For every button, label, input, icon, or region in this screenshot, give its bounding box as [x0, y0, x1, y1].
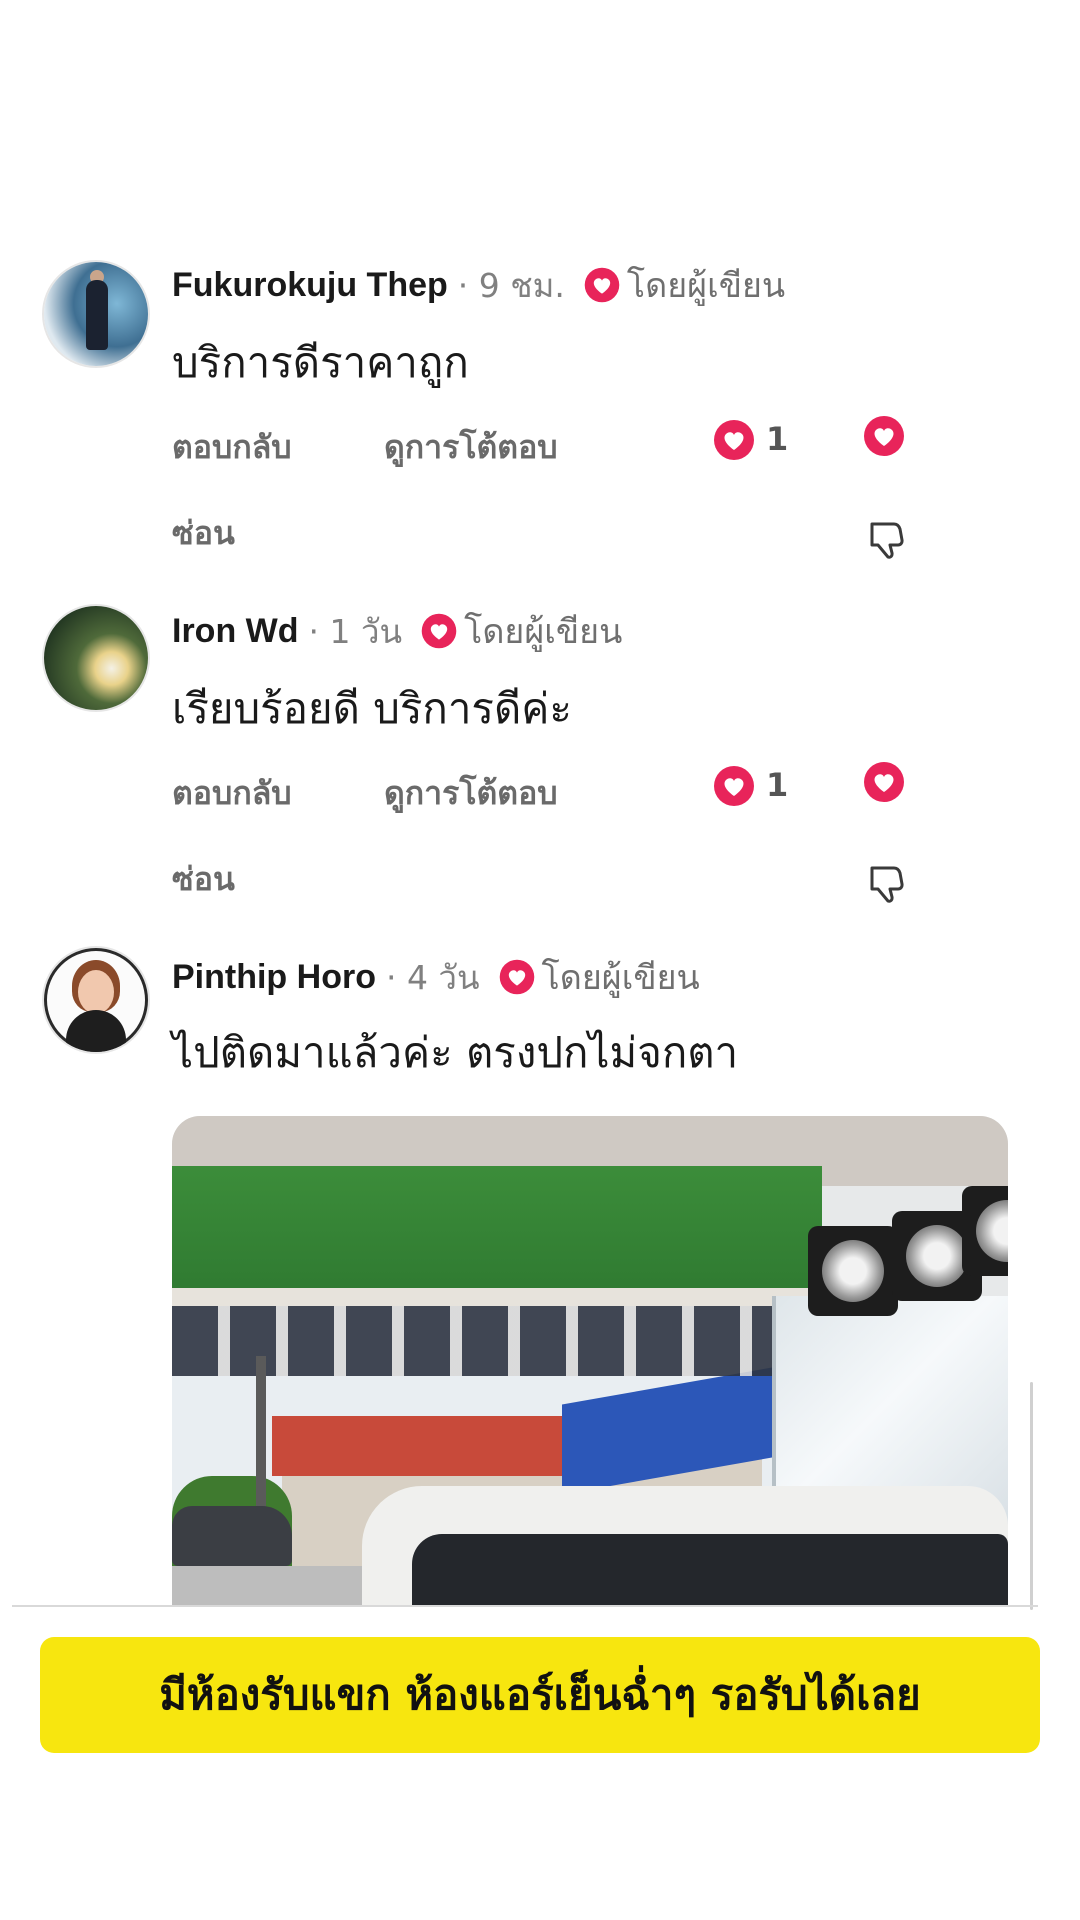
author-name[interactable]: Fukurokuju Thep	[172, 266, 448, 305]
by-author-label: โดยผู้เขียน	[541, 958, 700, 998]
comment-photo[interactable]	[172, 1116, 1008, 1606]
comment-time: · 9 ชม.	[457, 265, 565, 305]
comment-header: Fukurokuju Thep · 9 ชม. โดยผู้เขียน	[172, 258, 785, 312]
comment-header: Pinthip Horo · 4 วัน โดยผู้เขียน	[172, 950, 700, 1004]
avatar[interactable]	[44, 606, 148, 710]
thumbs-down-icon[interactable]	[866, 862, 906, 904]
view-replies-button[interactable]: ดูการโต้ตอบ	[384, 768, 558, 819]
by-author-label: โดยผู้เขียน	[626, 266, 786, 306]
by-author-label: โดยผู้เขียน	[464, 612, 623, 652]
comment-time: · 1 วัน	[308, 611, 403, 651]
divider	[12, 1605, 1038, 1607]
scrollbar[interactable]	[1030, 1382, 1033, 1610]
heart-icon	[712, 418, 756, 462]
like-button-heart-icon[interactable]	[862, 760, 906, 804]
comment-text: เรียบร้อยดี บริการดีค่ะ	[172, 684, 572, 733]
heart-icon	[712, 764, 756, 808]
hide-button[interactable]: ซ่อน	[172, 508, 235, 559]
author-name[interactable]: Iron Wd	[172, 612, 299, 651]
reply-button[interactable]: ตอบกลับ	[172, 422, 292, 473]
comment-text: บริการดีราคาถูก	[172, 338, 469, 387]
author-heart-icon	[420, 612, 458, 650]
avatar[interactable]	[44, 948, 148, 1052]
comment-header: Iron Wd · 1 วัน โดยผู้เขียน	[172, 604, 622, 658]
view-replies-button[interactable]: ดูการโต้ตอบ	[384, 422, 558, 473]
like-button-heart-icon[interactable]	[862, 414, 906, 458]
comment-time: · 4 วัน	[385, 957, 480, 997]
avatar[interactable]	[44, 262, 148, 366]
reply-button[interactable]: ตอบกลับ	[172, 768, 292, 819]
author-heart-icon	[583, 266, 621, 304]
author-name[interactable]: Pinthip Horo	[172, 958, 376, 997]
video-caption-banner: มีห้องรับแขก ห้องแอร์เย็นฉ่ำๆ รอรับได้เล…	[40, 1637, 1040, 1753]
like-count: 1	[766, 420, 789, 458]
hide-button[interactable]: ซ่อน	[172, 854, 235, 905]
author-heart-icon	[498, 958, 536, 996]
thumbs-down-icon[interactable]	[866, 518, 906, 560]
like-count: 1	[766, 766, 789, 804]
comment-text: ไปติดมาแล้วค่ะ ตรงปกไม่จกตา	[172, 1028, 739, 1077]
